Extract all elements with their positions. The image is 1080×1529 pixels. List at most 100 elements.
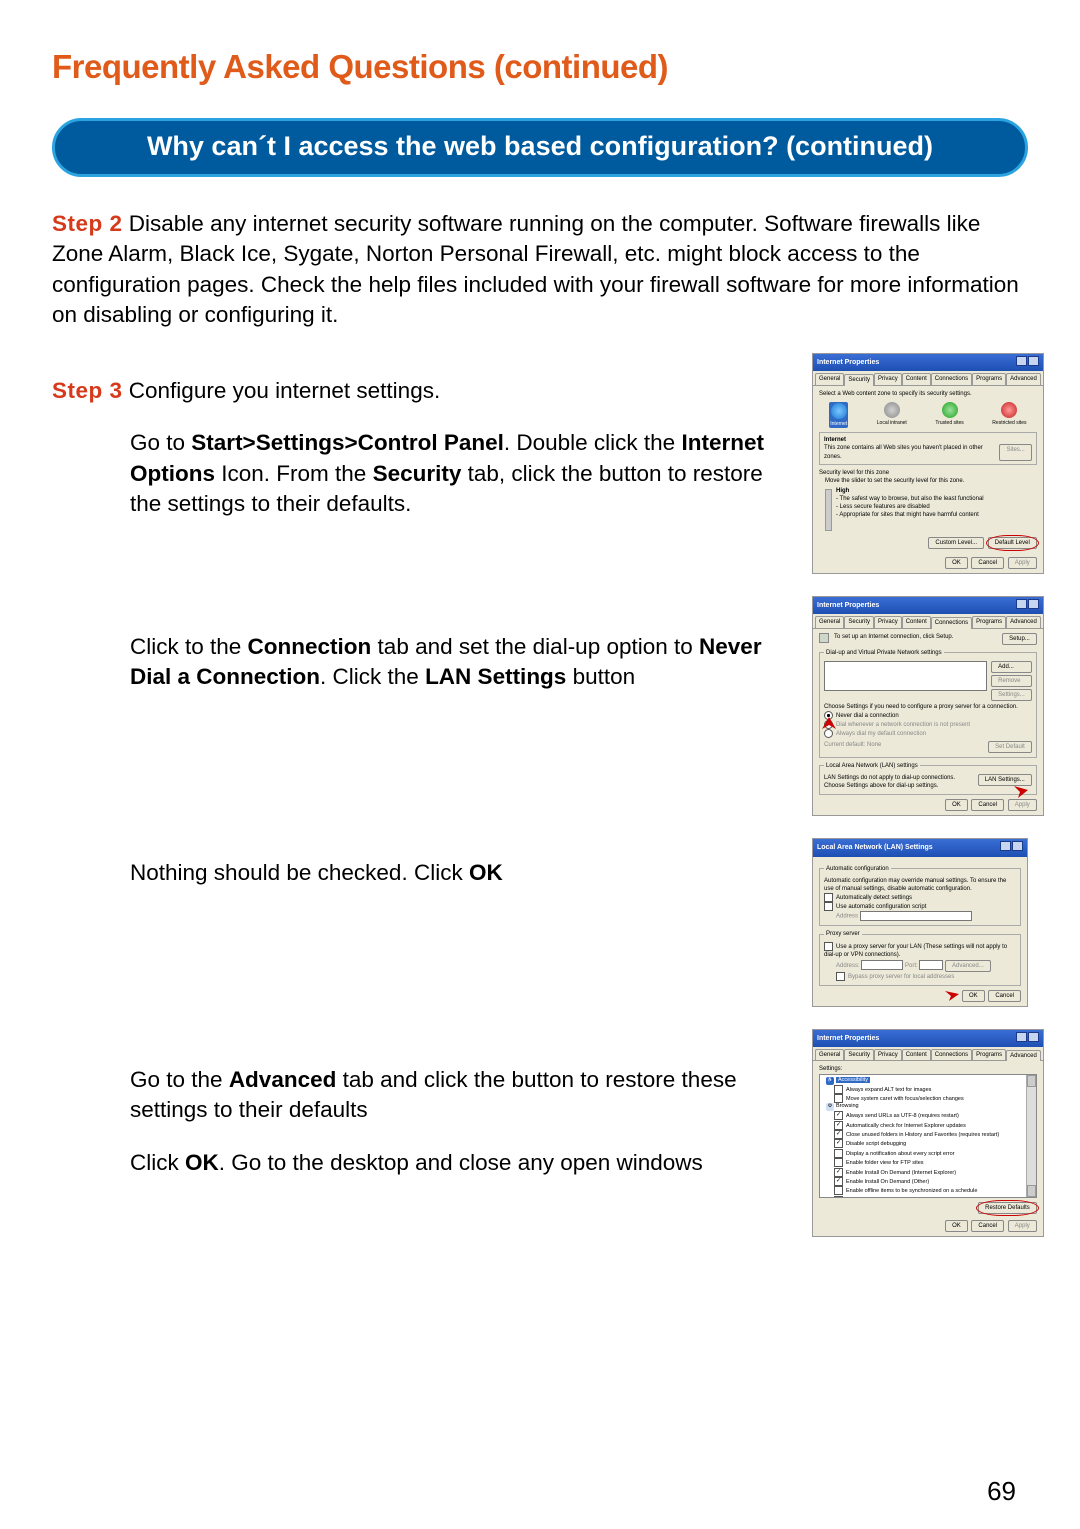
cancel-button: Cancel — [971, 799, 1004, 811]
zone-trusted: Trusted sites — [935, 402, 963, 429]
intranet-icon — [884, 402, 900, 418]
radio-always-dial: Always dial my default connection — [824, 729, 1032, 738]
scroll-up-icon — [1027, 1075, 1036, 1087]
remove-button: Remove — [991, 675, 1032, 687]
default-level-button: Default Level — [988, 537, 1037, 549]
checkbox-icon — [834, 1179, 846, 1185]
radio-dial-when: Dial whenever a network connection is no… — [824, 720, 1032, 729]
browsing-icon: ⚙ — [826, 1103, 834, 1111]
settings-tree: ♿Accessibility Always expand ALT text fo… — [819, 1074, 1037, 1198]
step-2-paragraph: Step 2 Disable any internet security sof… — [52, 209, 1028, 331]
dialog-body: To set up an Internet connection, click … — [813, 629, 1043, 816]
page-number: 69 — [987, 1476, 1016, 1507]
add-button: Add... — [991, 661, 1032, 673]
level-buttons: Custom Level... Default Level — [819, 537, 1037, 549]
accessibility-items: Always expand ALT text for imagesMove sy… — [822, 1085, 1034, 1104]
dialog-lan-settings: Local Area Network (LAN) Settings Automa… — [812, 838, 1028, 1007]
bypass-checkbox: Bypass proxy server for local addresses — [836, 972, 1016, 981]
restore-row: Restore Defaults — [819, 1202, 1037, 1214]
set-default-button: Set Default — [988, 741, 1032, 753]
arrow-annotation-icon — [822, 717, 836, 729]
auto-detect-checkbox: Automatically detect settings — [824, 893, 1016, 902]
checkbox-icon — [834, 1086, 846, 1092]
figure-security-tab: Internet Properties GeneralSecurityPriva… — [812, 353, 1028, 574]
body-text: Step 2 Disable any internet security sof… — [52, 209, 1028, 1237]
auto-script-checkbox: Use automatic configuration script — [824, 902, 1016, 911]
ok-button: OK — [945, 1220, 968, 1232]
dialup-group: Dial-up and Virtual Private Network sett… — [819, 649, 1037, 758]
settings-item: Close unused folders in History and Favo… — [834, 1130, 1034, 1139]
setup-button: Setup... — [1002, 633, 1037, 645]
check-icon — [942, 402, 958, 418]
step3-b: Click to the Connection tab and set the … — [130, 632, 784, 693]
proxy-checkbox: Use a proxy server for your LAN (These s… — [824, 942, 1016, 959]
close-icon — [1028, 1032, 1039, 1042]
titlebar: Internet Properties — [813, 1030, 1043, 1047]
lan-settings-button: LAN Settings... — [978, 774, 1032, 786]
settings-item: Enable Install On Demand (Other) — [834, 1177, 1034, 1186]
settings-item: Enable folder view for FTP sites — [834, 1158, 1034, 1167]
step3-a: Go to Start>Settings>Control Panel. Doub… — [130, 428, 784, 519]
dialog-internet-properties-security: Internet Properties GeneralSecurityPriva… — [812, 353, 1044, 574]
step3-text-col: Step 3 Configure you internet settings. … — [52, 353, 784, 574]
settings-item: Disable script debugging — [834, 1139, 1034, 1148]
apply-button: Apply — [1008, 799, 1037, 811]
globe-icon — [831, 403, 847, 419]
cancel-button: Cancel — [971, 1220, 1004, 1232]
settings-button: Settings... — [991, 689, 1032, 701]
ok-button: OK — [945, 557, 968, 569]
arrow-annotation-icon — [1014, 786, 1028, 798]
close-icon — [1028, 599, 1039, 609]
advanced-button: Advanced... — [945, 960, 991, 972]
checkbox-icon — [834, 1188, 846, 1194]
step3-row-advanced: Go to the Advanced tab and click the but… — [52, 1029, 1028, 1237]
dialog-internet-properties-advanced: Internet Properties GeneralSecurityPriva… — [812, 1029, 1044, 1237]
dialog-body: Settings: ♿Accessibility Always expand A… — [813, 1061, 1043, 1235]
cancel-button: Cancel — [988, 990, 1021, 1002]
dialog-footer: OK Cancel Apply — [819, 799, 1037, 811]
proxy-port — [919, 960, 943, 970]
step-3-label: Step 3 — [52, 378, 123, 403]
dialog-footer: OK Cancel Apply — [819, 557, 1037, 569]
dialup-list — [824, 661, 987, 691]
step3-row-connections: Click to the Connection tab and set the … — [52, 596, 1028, 816]
checkbox-icon — [834, 1160, 846, 1166]
checkbox-icon — [834, 1132, 846, 1138]
browsing-items: Always send URLs as UTF-8 (requires rest… — [822, 1111, 1034, 1197]
settings-item: Always expand ALT text for images — [834, 1085, 1034, 1094]
settings-item: Enable page transitions — [834, 1196, 1034, 1198]
document-page: Frequently Asked Questions (continued) W… — [0, 0, 1080, 1529]
checkbox-icon — [834, 1113, 846, 1119]
zone-description: Internet This zone contains all Web site… — [819, 432, 1037, 464]
figure-advanced-tab: Internet Properties GeneralSecurityPriva… — [812, 1029, 1028, 1237]
scroll-down-icon — [1027, 1185, 1036, 1197]
window-buttons — [1015, 356, 1039, 369]
restricted-icon — [1001, 402, 1017, 418]
custom-level-button: Custom Level... — [928, 537, 984, 549]
auto-script-address — [860, 911, 972, 921]
checkbox-icon — [834, 1123, 846, 1129]
checkbox-icon — [834, 1141, 846, 1147]
auto-config-group: Automatic configuration Automatic config… — [819, 865, 1021, 927]
settings-item: Display a notification about every scrip… — [834, 1149, 1034, 1158]
zone-local-intranet: Local intranet — [877, 402, 907, 429]
step3-d-text: Go to the Advanced tab and click the but… — [130, 1029, 784, 1237]
settings-item: Move system caret with focus/selection c… — [834, 1094, 1034, 1103]
step3-d1: Go to the Advanced tab and click the but… — [130, 1065, 784, 1126]
apply-button: Apply — [1008, 557, 1037, 569]
settings-item: Automatically check for Internet Explore… — [834, 1121, 1034, 1130]
tab-row: GeneralSecurityPrivacyContentConnections… — [813, 371, 1043, 385]
scrollbar — [1026, 1075, 1036, 1197]
connection-icon — [819, 633, 829, 643]
proxy-address — [861, 960, 903, 970]
help-icon — [1016, 356, 1027, 366]
dialog-footer: OK Cancel — [819, 990, 1021, 1002]
lan-group: Local Area Network (LAN) settings LAN Se… — [819, 762, 1037, 795]
step3-row-lan: Nothing should be checked. Click OK Loca… — [52, 838, 1028, 1007]
titlebar: Internet Properties — [813, 597, 1043, 614]
arrow-annotation-icon — [945, 991, 959, 1001]
ok-button: OK — [962, 990, 985, 1002]
sites-button: Sites... — [999, 444, 1031, 460]
step-3-intro: Step 3 Configure you internet settings. — [52, 376, 784, 406]
step-2-label: Step 2 — [52, 211, 123, 236]
